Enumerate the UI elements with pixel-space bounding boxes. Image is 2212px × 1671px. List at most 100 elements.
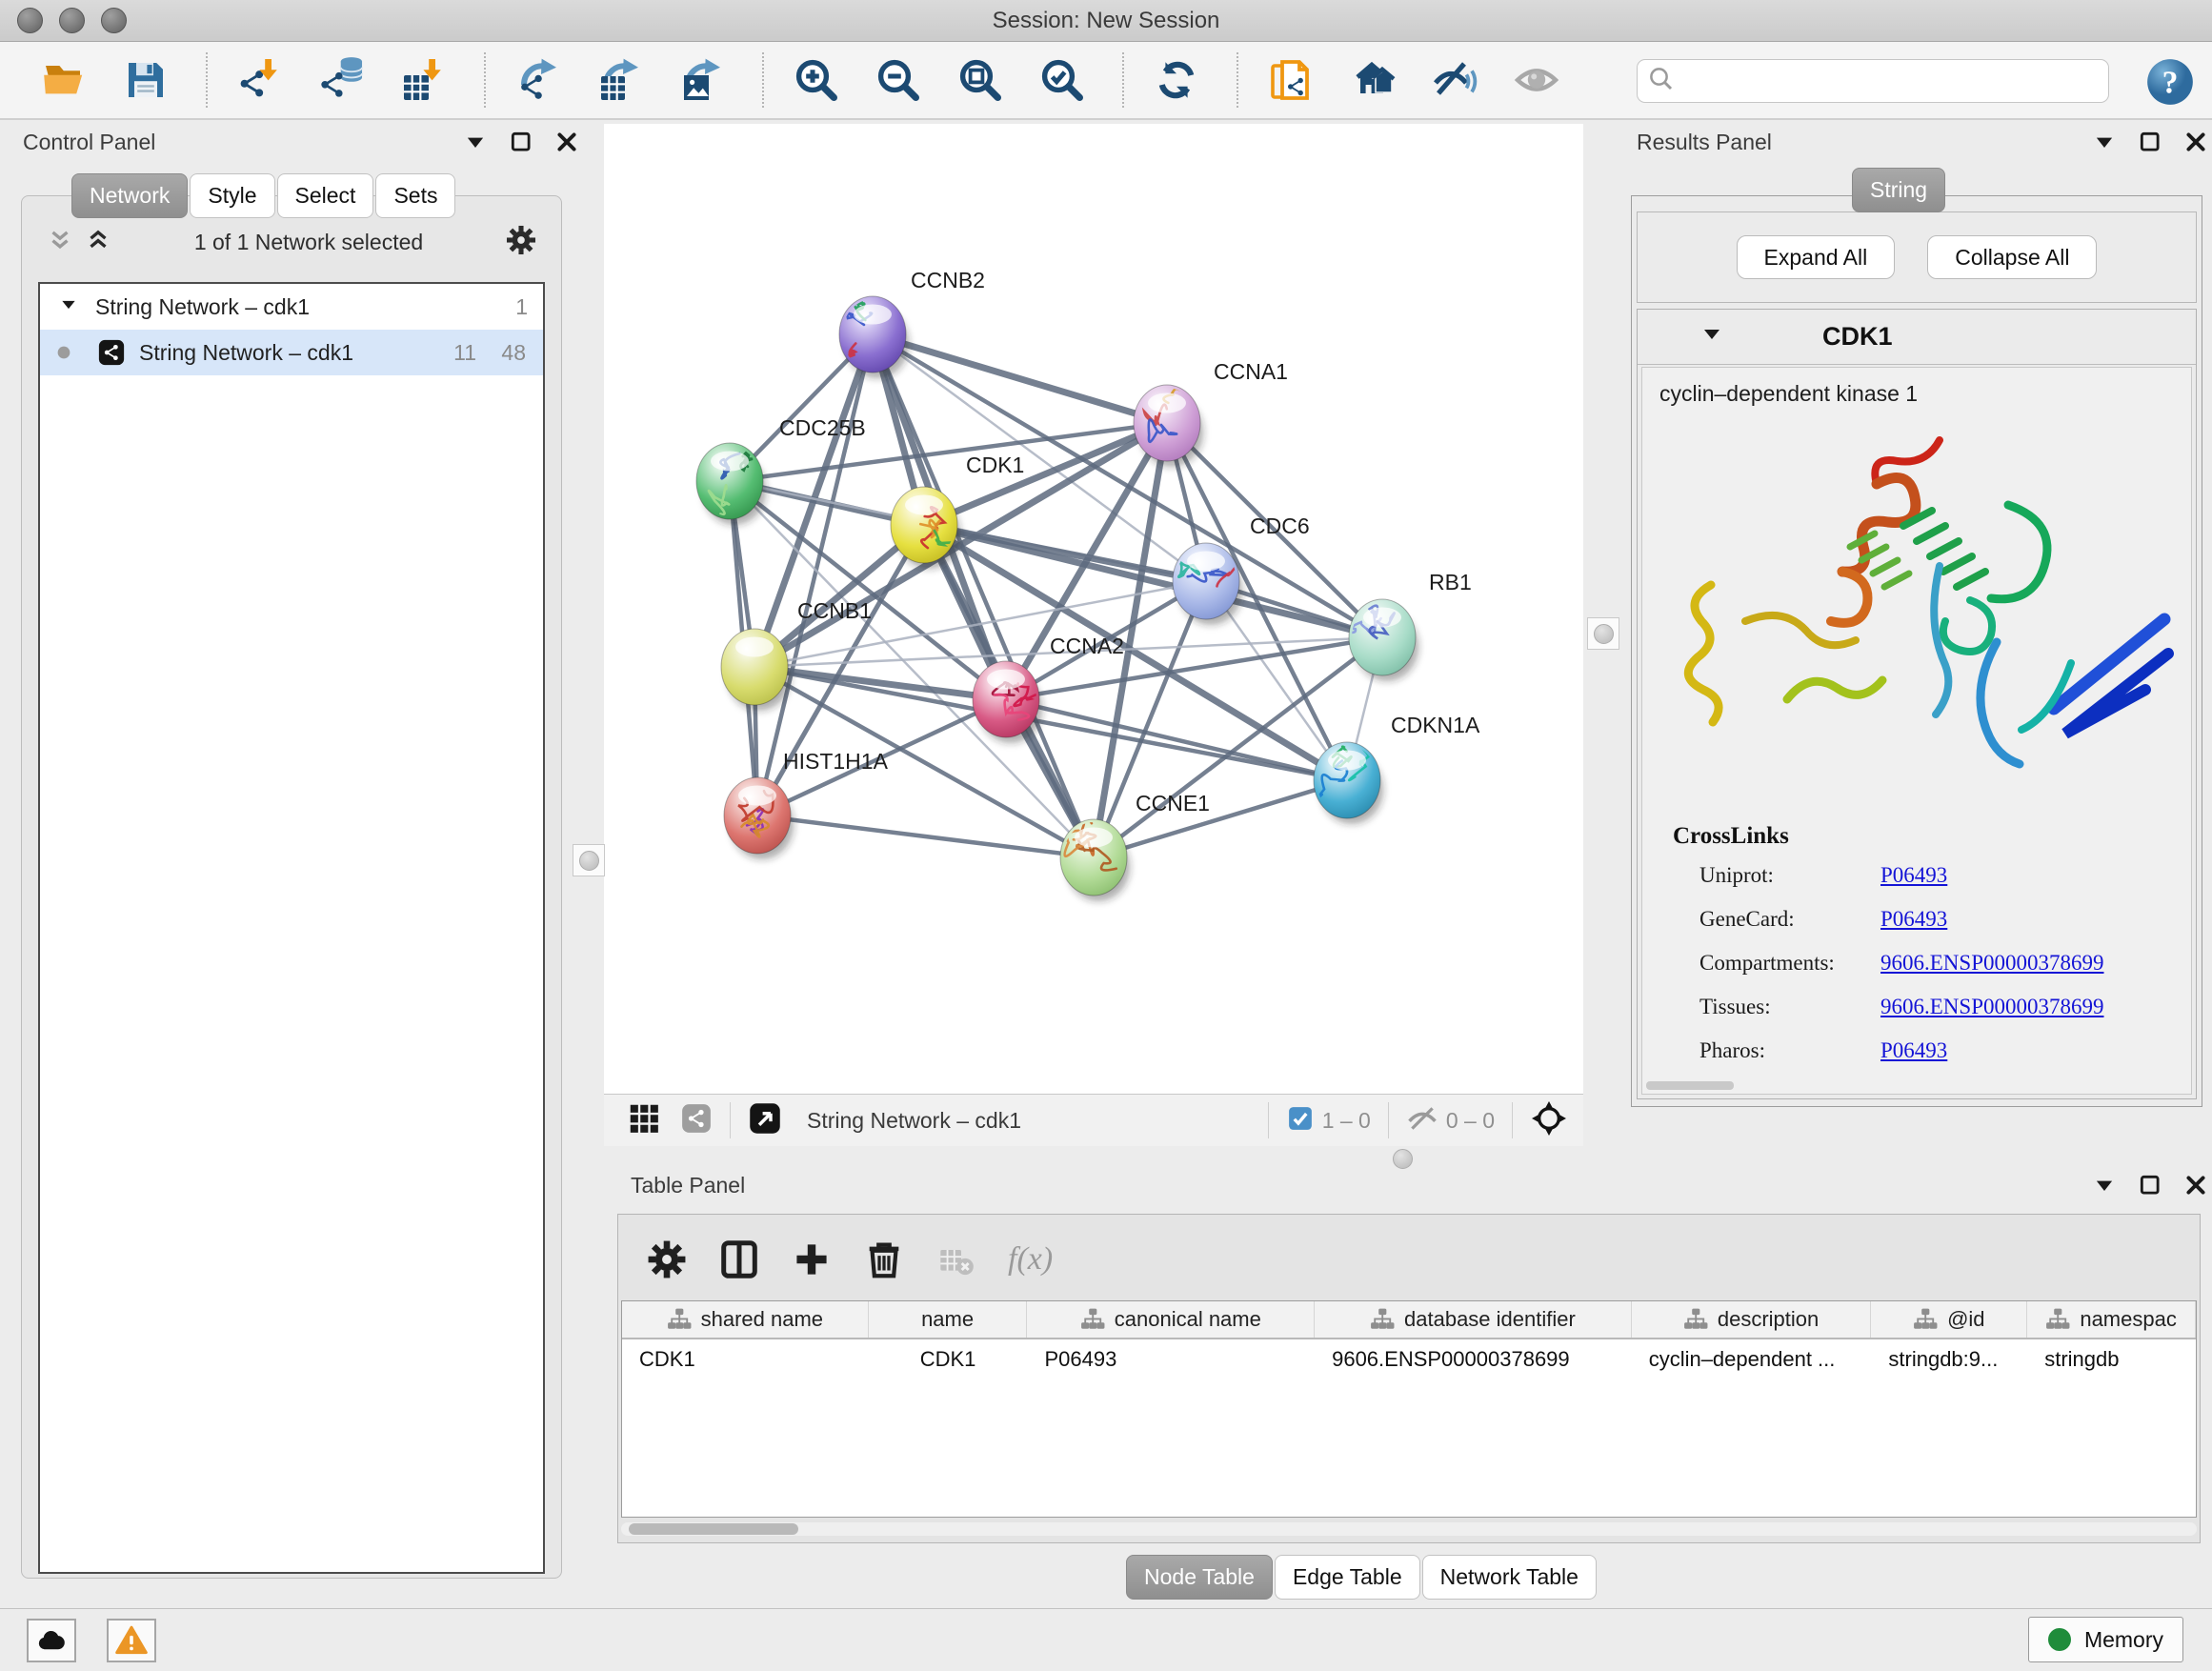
- collapse-all-icon[interactable]: [46, 226, 74, 259]
- zoom-selected-icon[interactable]: [1035, 52, 1090, 108]
- table-panel-close-icon[interactable]: [2183, 1173, 2208, 1202]
- grid-view-icon[interactable]: [627, 1101, 661, 1140]
- node-CCNA2[interactable]: CCNA2: [973, 634, 1124, 743]
- hierarchy-icon: [2045, 1307, 2070, 1332]
- string-share-icon[interactable]: [680, 1102, 713, 1139]
- network-collection-row[interactable]: String Network – cdk1 1: [40, 284, 543, 330]
- table-hscrollbar[interactable]: [621, 1522, 2197, 1536]
- birdseye-view-icon[interactable]: [748, 1101, 782, 1140]
- share-document-icon[interactable]: [1263, 52, 1318, 108]
- results-scrollbar-thumb[interactable]: [1646, 1081, 1734, 1090]
- export-table-icon[interactable]: [593, 52, 648, 108]
- hide-eye-icon[interactable]: [1427, 52, 1482, 108]
- show-columns-icon[interactable]: [713, 1233, 766, 1286]
- control-panel-collapse-icon[interactable]: [463, 130, 488, 159]
- horizontal-splitter-handle[interactable]: [1393, 1149, 1413, 1169]
- table-hscrollbar-thumb[interactable]: [629, 1523, 798, 1535]
- delete-column-icon[interactable]: [857, 1233, 911, 1286]
- gray-eye-icon[interactable]: [1509, 52, 1564, 108]
- import-network-icon[interactable]: [232, 52, 288, 108]
- network-row[interactable]: String Network – cdk1 11 48: [40, 330, 543, 375]
- table-row[interactable]: CDK1CDK1P064939606.ENSP00000378699cyclin…: [622, 1339, 2196, 1379]
- tab-select[interactable]: Select: [277, 173, 374, 218]
- results-buttons-row: Expand All Collapse All: [1637, 211, 2197, 303]
- tab-node-table[interactable]: Node Table: [1126, 1555, 1273, 1600]
- results-panel-collapse-icon[interactable]: [2092, 130, 2117, 159]
- crosslink-link[interactable]: P06493: [1880, 863, 1947, 888]
- column-header-shared-name[interactable]: shared name: [622, 1301, 869, 1338]
- gene-card: CDK1 cyclin–dependent kinase 1 CrossLink…: [1637, 309, 2197, 1099]
- column-header-namespac[interactable]: namespac: [2027, 1301, 2196, 1338]
- table-options-gear-icon[interactable]: [640, 1233, 694, 1286]
- open-folder-icon[interactable]: [36, 52, 91, 108]
- network-canvas[interactable]: CCNB2 CCNA1 CDC25B CDK1 CDC6: [604, 124, 1583, 1094]
- collapse-all-button[interactable]: Collapse All: [1927, 235, 2097, 279]
- clear-table-icon: [930, 1233, 983, 1286]
- crosslink-link[interactable]: 9606.ENSP00000378699: [1880, 951, 2104, 976]
- string-home-icon[interactable]: [1345, 52, 1400, 108]
- expand-all-icon[interactable]: [84, 226, 112, 259]
- column-header-name[interactable]: name: [869, 1301, 1028, 1338]
- results-panel-close-icon[interactable]: [2183, 130, 2208, 159]
- refresh-icon[interactable]: [1149, 52, 1204, 108]
- expand-all-button[interactable]: Expand All: [1737, 235, 1896, 279]
- tab-network-table[interactable]: Network Table: [1422, 1555, 1597, 1600]
- crosslink-link[interactable]: P06493: [1880, 907, 1947, 932]
- tab-network[interactable]: Network: [71, 173, 188, 218]
- import-table-icon[interactable]: [396, 52, 452, 108]
- node-HIST1H1A[interactable]: HIST1H1A: [724, 749, 889, 859]
- column-header-database-identifier[interactable]: database identifier: [1315, 1301, 1632, 1338]
- table-cell: stringdb:9...: [1871, 1339, 2027, 1379]
- fit-selected-crosshair-icon[interactable]: [1530, 1099, 1568, 1142]
- table-panel-float-icon[interactable]: [2138, 1173, 2162, 1202]
- collapse-gene-icon[interactable]: [1700, 323, 1723, 351]
- column-header-canonical-name[interactable]: canonical name: [1027, 1301, 1315, 1338]
- memory-button[interactable]: Memory: [2028, 1617, 2183, 1662]
- hidden-nodes-eye-icon[interactable]: [1406, 1102, 1438, 1139]
- left-splitter-handle[interactable]: [573, 844, 605, 876]
- tab-sets[interactable]: Sets: [375, 173, 455, 218]
- search-input[interactable]: [1676, 69, 2108, 93]
- crosslink-link[interactable]: P06493: [1880, 1038, 1947, 1063]
- expand-collection-icon[interactable]: [59, 294, 78, 320]
- import-database-icon[interactable]: [314, 52, 370, 108]
- save-icon[interactable]: [118, 52, 173, 108]
- right-splitter-handle[interactable]: [1587, 617, 1619, 650]
- node-CCNA1[interactable]: CCNA1: [1134, 359, 1288, 467]
- table-panel-collapse-icon[interactable]: [2092, 1173, 2117, 1202]
- node-RB1[interactable]: RB1: [1337, 570, 1471, 681]
- warnings-button[interactable]: [107, 1619, 156, 1662]
- protein-structure-image: [1654, 413, 2187, 795]
- zoom-fit-icon[interactable]: [953, 52, 1008, 108]
- tab-style[interactable]: Style: [190, 173, 274, 218]
- network-edges: [730, 334, 1382, 857]
- column-header-description[interactable]: description: [1632, 1301, 1872, 1338]
- network-options-gear-icon[interactable]: [505, 224, 537, 261]
- column-label: namespac: [2080, 1307, 2177, 1332]
- gene-description: cyclin–dependent kinase 1: [1642, 368, 2191, 407]
- export-network-icon[interactable]: [511, 52, 566, 108]
- crosslink-link[interactable]: 9606.ENSP00000378699: [1880, 995, 2104, 1019]
- add-column-icon[interactable]: [785, 1233, 838, 1286]
- results-panel-float-icon[interactable]: [2138, 130, 2162, 159]
- node-CDKN1A[interactable]: CDKN1A: [1314, 713, 1480, 824]
- help-button[interactable]: ?: [2145, 57, 2195, 107]
- node-label: CDKN1A: [1391, 713, 1480, 737]
- results-panel-title: Results Panel: [1637, 130, 1772, 155]
- zoom-out-icon[interactable]: [871, 52, 926, 108]
- tab-edge-table[interactable]: Edge Table: [1275, 1555, 1420, 1600]
- edge: [757, 815, 1094, 857]
- selected-nodes-checkbox-icon[interactable]: [1286, 1104, 1315, 1137]
- string-network-badge-icon: [97, 338, 126, 367]
- node-count: 11: [453, 340, 476, 366]
- tab-string[interactable]: String: [1852, 168, 1945, 212]
- export-image-icon[interactable]: [674, 52, 730, 108]
- title-bar: Session: New Session: [0, 0, 2212, 42]
- node-table: shared namenamecanonical namedatabase id…: [621, 1300, 2197, 1518]
- control-panel-float-icon[interactable]: [509, 130, 533, 159]
- cloud-button[interactable]: [27, 1619, 76, 1662]
- control-panel-close-icon[interactable]: [554, 130, 579, 159]
- zoom-in-icon[interactable]: [789, 52, 844, 108]
- column-label: @id: [1947, 1307, 1984, 1332]
- column-header-@id[interactable]: @id: [1871, 1301, 2027, 1338]
